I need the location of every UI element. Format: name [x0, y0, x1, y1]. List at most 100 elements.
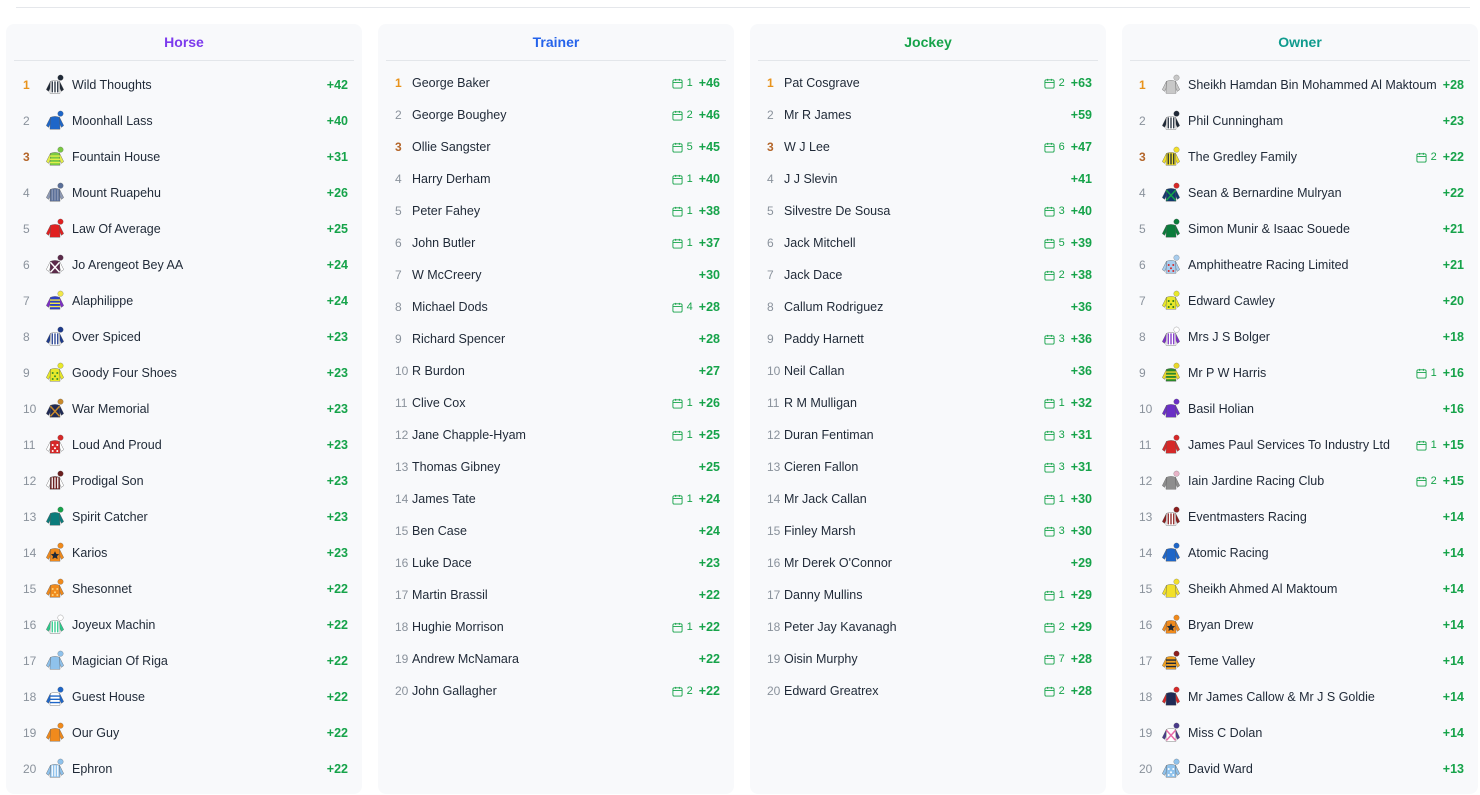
list-item[interactable]: 15 Shesonnet +22	[6, 571, 362, 607]
list-item[interactable]: 5 Simon Munir & Isaac Souede +21	[1122, 211, 1478, 247]
list-item[interactable]: 18 Guest House +22	[6, 679, 362, 715]
list-item[interactable]: 7 Alaphilippe +24	[6, 283, 362, 319]
list-item[interactable]: 1 Pat Cosgrave 2 +63	[750, 67, 1106, 99]
list-item[interactable]: 7 Jack Dace 2 +38	[750, 259, 1106, 291]
list-item[interactable]: 10 Basil Holian +16	[1122, 391, 1478, 427]
list-item[interactable]: 3W J Lee 6 +47	[750, 131, 1106, 163]
entry-name[interactable]: Edward Cawley	[1188, 294, 1478, 308]
entry-name[interactable]: Sean & Bernardine Mulryan	[1188, 186, 1478, 200]
list-item[interactable]: 18 Mr James Callow & Mr J S Goldie +14	[1122, 679, 1478, 715]
list-item[interactable]: 18 Peter Jay Kavanagh 2 +29	[750, 611, 1106, 643]
entry-name[interactable]: Mrs J S Bolger	[1188, 330, 1478, 344]
entry-name[interactable]: Prodigal Son	[72, 474, 362, 488]
entry-name[interactable]: Jo Arengeot Bey AA	[72, 258, 362, 272]
list-item[interactable]: 10 Neil Callan +36	[750, 355, 1106, 387]
list-item[interactable]: 12 Jane Chapple-Hyam 1 +25	[378, 419, 734, 451]
entry-name[interactable]: Loud And Proud	[72, 438, 362, 452]
list-item[interactable]: 14 Atomic Racing +14	[1122, 535, 1478, 571]
list-item[interactable]: 16 Mr Derek O'Connor +29	[750, 547, 1106, 579]
entry-name[interactable]: Bryan Drew	[1188, 618, 1478, 632]
list-item[interactable]: 10 War Memorial +23	[6, 391, 362, 427]
entry-name[interactable]: Over Spiced	[72, 330, 362, 344]
entry-name[interactable]: Joyeux Machin	[72, 618, 362, 632]
entry-name[interactable]: Magician Of Riga	[72, 654, 362, 668]
list-item[interactable]: 13 Cieren Fallon 3 +31	[750, 451, 1106, 483]
entry-name[interactable]: Neil Callan	[784, 364, 1106, 378]
list-item[interactable]: 8 Michael Dods 4 +28	[378, 291, 734, 323]
entry-name[interactable]: Law Of Average	[72, 222, 362, 236]
entry-name[interactable]: R Burdon	[412, 364, 734, 378]
list-item[interactable]: 20 Ephron +22	[6, 751, 362, 787]
list-item[interactable]: 7 Edward Cawley +20	[1122, 283, 1478, 319]
entry-name[interactable]: Basil Holian	[1188, 402, 1478, 416]
list-item[interactable]: 11 Loud And Proud +23	[6, 427, 362, 463]
entry-name[interactable]: J J Slevin	[784, 172, 1106, 186]
list-item[interactable]: 20 Edward Greatrex 2 +28	[750, 675, 1106, 707]
list-item[interactable]: 1 Sheikh Hamdan Bin Mohammed Al Maktoum +…	[1122, 67, 1478, 103]
list-item[interactable]: 1 Wild Thoughts +42	[6, 67, 362, 103]
list-item[interactable]: 4 Mount Ruapehu +26	[6, 175, 362, 211]
entry-name[interactable]: Ben Case	[412, 524, 734, 538]
entry-name[interactable]: Miss C Dolan	[1188, 726, 1478, 740]
list-item[interactable]: 9 Mr P W Harris 1 +16	[1122, 355, 1478, 391]
list-item[interactable]: 15 Sheikh Ahmed Al Maktoum +14	[1122, 571, 1478, 607]
list-item[interactable]: 3 Ollie Sangster 5 +45	[378, 131, 734, 163]
entry-name[interactable]: Wild Thoughts	[72, 78, 362, 92]
list-item[interactable]: 4 J J Slevin +41	[750, 163, 1106, 195]
list-item[interactable]: 20 John Gallagher 2 +22	[378, 675, 734, 707]
list-item[interactable]: 6 John Butler 1 +37	[378, 227, 734, 259]
entry-name[interactable]: W McCreery	[412, 268, 734, 282]
list-item[interactable]: 19 Oisin Murphy 7 +28	[750, 643, 1106, 675]
list-item[interactable]: 8 Mrs J S Bolger +18	[1122, 319, 1478, 355]
list-item[interactable]: 1 George Baker 1 +46	[378, 67, 734, 99]
list-item[interactable]: 19 Our Guy +22	[6, 715, 362, 751]
list-item[interactable]: 20 David Ward +13	[1122, 751, 1478, 787]
entry-name[interactable]: Our Guy	[72, 726, 362, 740]
list-item[interactable]: 16 Joyeux Machin +22	[6, 607, 362, 643]
entry-name[interactable]: Richard Spencer	[412, 332, 734, 346]
list-item[interactable]: 8 Over Spiced +23	[6, 319, 362, 355]
list-item[interactable]: 13 Spirit Catcher +23	[6, 499, 362, 535]
entry-name[interactable]: Luke Dace	[412, 556, 734, 570]
list-item[interactable]: 14 Mr Jack Callan 1 +30	[750, 483, 1106, 515]
entry-name[interactable]: Andrew McNamara	[412, 652, 734, 666]
list-item[interactable]: 4 Sean & Bernardine Mulryan +22	[1122, 175, 1478, 211]
list-item[interactable]: 14 Karios +23	[6, 535, 362, 571]
entry-name[interactable]: Fountain House	[72, 150, 362, 164]
list-item[interactable]: 5 Silvestre De Sousa 3 +40	[750, 195, 1106, 227]
entry-name[interactable]: Thomas Gibney	[412, 460, 734, 474]
list-item[interactable]: 11 Clive Cox 1 +26	[378, 387, 734, 419]
list-item[interactable]: 11 R M Mulligan 1 +32	[750, 387, 1106, 419]
entry-name[interactable]: Eventmasters Racing	[1188, 510, 1478, 524]
entry-name[interactable]: Mr Derek O'Connor	[784, 556, 1106, 570]
entry-name[interactable]: Mr R James	[784, 108, 1106, 122]
list-item[interactable]: 15 Ben Case +24	[378, 515, 734, 547]
entry-name[interactable]: Sheikh Ahmed Al Maktoum	[1188, 582, 1478, 596]
list-item[interactable]: 2 Phil Cunningham +23	[1122, 103, 1478, 139]
list-item[interactable]: 2 Mr R James +59	[750, 99, 1106, 131]
list-item[interactable]: 5 Peter Fahey 1 +38	[378, 195, 734, 227]
list-item[interactable]: 17 Magician Of Riga +22	[6, 643, 362, 679]
entry-name[interactable]: Amphitheatre Racing Limited	[1188, 258, 1478, 272]
list-item[interactable]: 6 Jo Arengeot Bey AA +24	[6, 247, 362, 283]
list-item[interactable]: 3 The Gredley Family 2 +22	[1122, 139, 1478, 175]
entry-name[interactable]: Mount Ruapehu	[72, 186, 362, 200]
list-item[interactable]: 4 Harry Derham 1 +40	[378, 163, 734, 195]
list-item[interactable]: 9 Paddy Harnett 3 +36	[750, 323, 1106, 355]
list-item[interactable]: 17 Teme Valley +14	[1122, 643, 1478, 679]
entry-name[interactable]: Simon Munir & Isaac Souede	[1188, 222, 1478, 236]
entry-name[interactable]: Guest House	[72, 690, 362, 704]
list-item[interactable]: 18 Hughie Morrison 1 +22	[378, 611, 734, 643]
entry-name[interactable]: Goody Four Shoes	[72, 366, 362, 380]
entry-name[interactable]: Shesonnet	[72, 582, 362, 596]
entry-name[interactable]: Callum Rodriguez	[784, 300, 1106, 314]
list-item[interactable]: 12 Prodigal Son +23	[6, 463, 362, 499]
entry-name[interactable]: Moonhall Lass	[72, 114, 362, 128]
entry-name[interactable]: Alaphilippe	[72, 294, 362, 308]
list-item[interactable]: 6 Amphitheatre Racing Limited +21	[1122, 247, 1478, 283]
list-item[interactable]: 2 George Boughey 2 +46	[378, 99, 734, 131]
list-item[interactable]: 11 James Paul Services To Industry Ltd 1 +…	[1122, 427, 1478, 463]
list-item[interactable]: 17 Martin Brassil +22	[378, 579, 734, 611]
entry-name[interactable]: War Memorial	[72, 402, 362, 416]
entry-name[interactable]: Martin Brassil	[412, 588, 734, 602]
